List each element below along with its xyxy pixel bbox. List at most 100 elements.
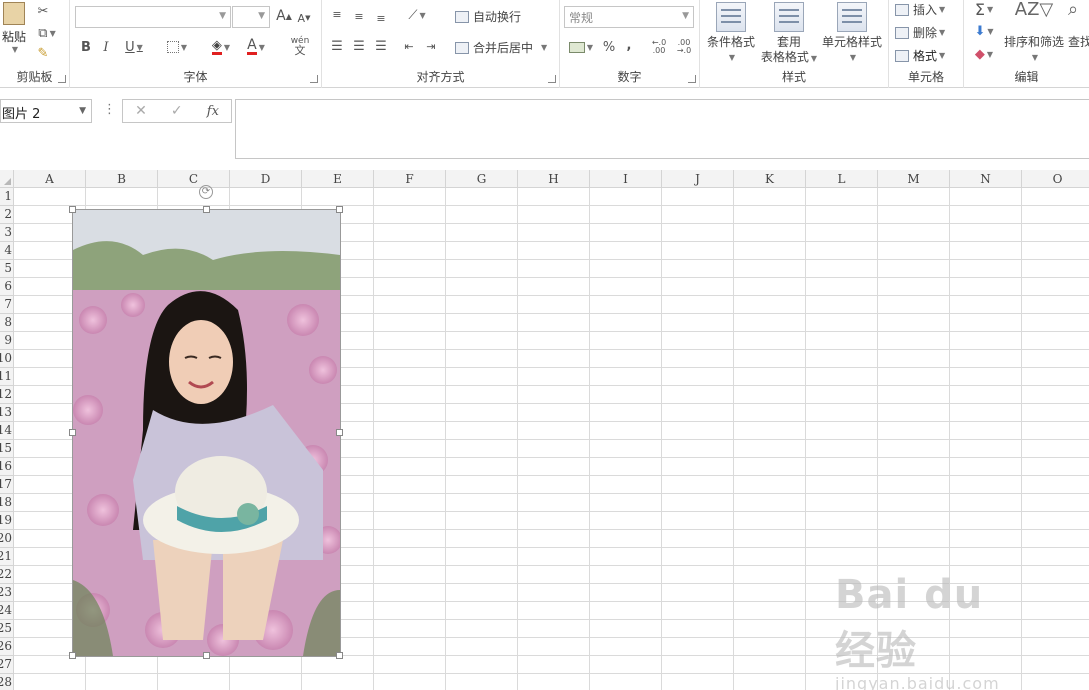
row-header[interactable]: 7: [0, 296, 13, 314]
copy-icon[interactable]: ⧉ ▼: [33, 24, 61, 42]
merge-center-button[interactable]: 合并后居中 ▼: [455, 39, 547, 56]
row-header[interactable]: 22: [0, 566, 13, 584]
row-header[interactable]: 25: [0, 620, 13, 638]
resize-handle-b[interactable]: [203, 652, 210, 659]
font-size-select[interactable]: ▼: [232, 6, 270, 28]
resize-handle-br[interactable]: [336, 652, 343, 659]
column-header[interactable]: A: [14, 170, 86, 188]
increase-decimal-button[interactable]: ←.0 .00: [648, 38, 670, 56]
row-header[interactable]: 17: [0, 476, 13, 494]
column-header[interactable]: O: [1022, 170, 1089, 188]
align-left-icon[interactable]: ☰: [328, 38, 346, 54]
column-header[interactable]: H: [518, 170, 590, 188]
orientation-button[interactable]: ⟋ ▼: [402, 6, 432, 24]
grow-font-button[interactable]: A ▲: [276, 6, 292, 26]
column-header[interactable]: B: [86, 170, 158, 188]
row-header[interactable]: 12: [0, 386, 13, 404]
italic-button[interactable]: I: [98, 37, 114, 57]
font-launcher[interactable]: [310, 75, 318, 83]
find-select-button[interactable]: ⌕ 查找: [1068, 1, 1089, 50]
cell-styles-button[interactable]: 单元格样式 ▼: [820, 2, 884, 65]
shrink-font-button[interactable]: A ▼: [296, 8, 312, 28]
row-header[interactable]: 8: [0, 314, 13, 332]
paste-button[interactable]: 粘贴 ▼: [0, 2, 28, 54]
column-header[interactable]: F: [374, 170, 446, 188]
fill-color-button[interactable]: ◈ ▼: [206, 37, 236, 57]
bold-button[interactable]: B: [78, 37, 94, 57]
row-header[interactable]: 27: [0, 656, 13, 674]
formula-bar-resize-handle[interactable]: ⋮: [103, 102, 116, 117]
column-header[interactable]: J: [662, 170, 734, 188]
align-right-icon[interactable]: ☰: [372, 38, 390, 54]
top-align-icon[interactable]: ≡: [328, 6, 346, 22]
row-header[interactable]: 10: [0, 350, 13, 368]
row-header[interactable]: 14: [0, 422, 13, 440]
middle-align-icon[interactable]: ≡: [350, 8, 368, 24]
comma-button[interactable]: ,: [622, 36, 636, 54]
font-name-select[interactable]: ▼: [75, 6, 231, 28]
resize-handle-r[interactable]: [336, 429, 343, 436]
column-header[interactable]: D: [230, 170, 302, 188]
format-as-table-button[interactable]: 套用 表格格式 ▼: [758, 2, 820, 66]
row-header[interactable]: 21: [0, 548, 13, 566]
percent-button[interactable]: %: [600, 38, 618, 56]
decrease-decimal-button[interactable]: .00 →.0: [672, 38, 696, 56]
column-header[interactable]: G: [446, 170, 518, 188]
delete-button[interactable]: 删除 ▼: [895, 24, 945, 41]
row-header[interactable]: 20: [0, 530, 13, 548]
row-header[interactable]: 4: [0, 242, 13, 260]
row-header[interactable]: 2: [0, 206, 13, 224]
decrease-indent-icon[interactable]: ⇤: [400, 38, 418, 54]
rotate-handle[interactable]: ⟳: [199, 185, 213, 199]
resize-handle-tr[interactable]: [336, 206, 343, 213]
resize-handle-l[interactable]: [69, 429, 76, 436]
insert-button[interactable]: 插入 ▼: [895, 1, 945, 18]
number-format-select[interactable]: 常规 ▼: [564, 6, 694, 28]
fill-button[interactable]: ⬇ ▼: [970, 22, 998, 40]
number-launcher[interactable]: [688, 75, 696, 83]
conditional-format-button[interactable]: 条件格式 ▼: [704, 2, 758, 65]
cut-icon[interactable]: ✂: [33, 2, 53, 20]
sort-filter-button[interactable]: AZ▽ 排序和筛选 ▼: [1002, 1, 1066, 65]
resize-handle-bl[interactable]: [69, 652, 76, 659]
row-header[interactable]: 16: [0, 458, 13, 476]
row-header[interactable]: 6: [0, 278, 13, 296]
wrap-text-button[interactable]: 自动换行: [455, 8, 521, 25]
resize-handle-t[interactable]: [203, 206, 210, 213]
row-header[interactable]: 23: [0, 584, 13, 602]
column-header[interactable]: N: [950, 170, 1022, 188]
selected-picture[interactable]: [72, 209, 341, 657]
name-box[interactable]: 图片 2 ▼: [0, 99, 92, 123]
formula-input[interactable]: [235, 99, 1089, 159]
select-all-button[interactable]: [0, 170, 14, 188]
format-painter-icon[interactable]: ✎: [33, 44, 53, 62]
font-color-button[interactable]: A ▼: [242, 37, 270, 57]
currency-button[interactable]: ▼: [566, 38, 596, 56]
row-header[interactable]: 19: [0, 512, 13, 530]
row-header[interactable]: 3: [0, 224, 13, 242]
borders-button[interactable]: ▼: [163, 37, 191, 57]
row-header[interactable]: 24: [0, 602, 13, 620]
underline-button[interactable]: U ▼: [120, 37, 148, 57]
format-button[interactable]: 格式 ▼: [895, 47, 945, 64]
clear-button[interactable]: ◆ ▼: [970, 45, 998, 63]
column-header[interactable]: C: [158, 170, 230, 188]
row-header[interactable]: 1: [0, 188, 13, 206]
column-header[interactable]: E: [302, 170, 374, 188]
row-header[interactable]: 5: [0, 260, 13, 278]
column-header[interactable]: M: [878, 170, 950, 188]
row-header[interactable]: 9: [0, 332, 13, 350]
row-header[interactable]: 18: [0, 494, 13, 512]
increase-indent-icon[interactable]: ⇥: [422, 38, 440, 54]
row-header[interactable]: 26: [0, 638, 13, 656]
cancel-icon[interactable]: ✕: [135, 103, 147, 119]
row-header[interactable]: 11: [0, 368, 13, 386]
clipboard-launcher[interactable]: [58, 75, 66, 83]
resize-handle-tl[interactable]: [69, 206, 76, 213]
row-header[interactable]: 28: [0, 674, 13, 690]
column-header[interactable]: L: [806, 170, 878, 188]
column-header[interactable]: I: [590, 170, 662, 188]
column-header[interactable]: K: [734, 170, 806, 188]
bottom-align-icon[interactable]: ≡: [372, 10, 390, 26]
enter-icon[interactable]: ✓: [171, 103, 183, 119]
